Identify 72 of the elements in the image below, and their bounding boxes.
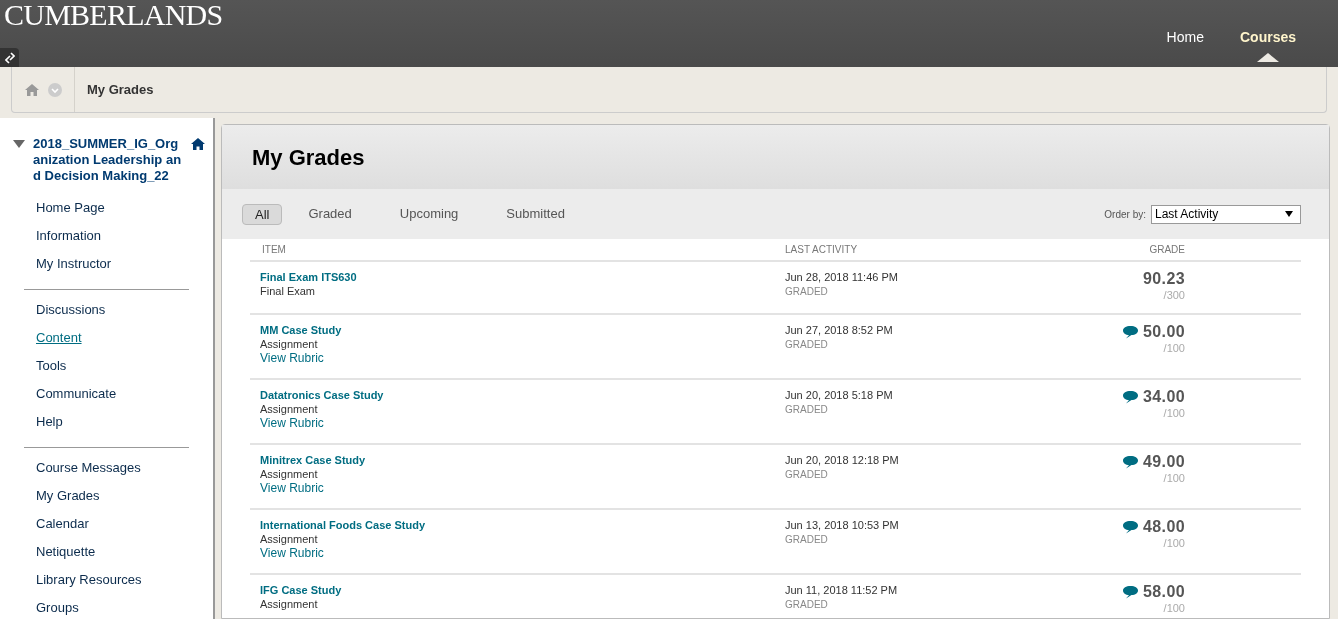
grade-score: 34.00 [1142, 388, 1185, 406]
item-type: Assignment [260, 597, 318, 611]
logo: CUMBERLANDS [3, 0, 224, 30]
item-type: Final Exam [260, 284, 316, 298]
activity-date: Jun 13, 2018 10:53 PM [785, 518, 899, 532]
grade-max: /100 [1163, 341, 1185, 355]
expand-triangle-icon[interactable] [13, 140, 25, 148]
grade-max: /100 [1163, 471, 1185, 485]
sidebar-link[interactable]: Communicate [24, 380, 189, 408]
column-header: GRADE [1148, 243, 1185, 257]
grade-max: /300 [1163, 288, 1185, 302]
sidebar-link[interactable]: Help [24, 408, 189, 436]
view-rubric-link[interactable]: View Rubric [260, 546, 324, 561]
order-by-label: Order by: [1104, 207, 1146, 222]
view-rubric-link[interactable]: View Rubric [260, 351, 324, 366]
column-header: LAST ACTIVITY [785, 243, 859, 257]
activity-date: Jun 20, 2018 12:18 PM [785, 453, 899, 467]
item-type: Assignment [260, 337, 318, 351]
grade-score: 90.23 [1142, 270, 1185, 288]
grade-score: 58.00 [1142, 583, 1185, 601]
sidebar-link[interactable]: Groups [24, 594, 189, 619]
grade-max: /100 [1163, 601, 1185, 615]
page-title: My Grades [252, 143, 365, 172]
breadcrumb-title: My Grades [86, 80, 154, 99]
activity-status: GRADED [785, 598, 828, 612]
dropdown-caret-icon [1285, 211, 1293, 217]
item-type: Assignment [260, 402, 318, 416]
sidebar-link[interactable]: Calendar [24, 510, 189, 538]
sidebar-link[interactable]: Netiquette [24, 538, 189, 566]
grade-score: 48.00 [1142, 518, 1185, 536]
sidebar-link[interactable]: My Grades [24, 482, 189, 510]
grade-max: /100 [1163, 536, 1185, 550]
activity-status: GRADED [785, 285, 828, 299]
sidebar-link[interactable]: Course Messages [24, 454, 189, 482]
item-title-link[interactable]: MM Case Study [260, 323, 342, 337]
filter-tab[interactable]: All [242, 203, 283, 225]
sidebar-link[interactable]: Discussions [24, 296, 189, 324]
sidebar-link[interactable]: Home Page [24, 194, 189, 222]
nav-tab[interactable]: Home [1166, 27, 1204, 48]
item-title-link[interactable]: Minitrex Case Study [260, 453, 366, 467]
home-icon[interactable] [191, 138, 205, 150]
link-icon[interactable] [0, 48, 19, 67]
grade-score: 50.00 [1142, 323, 1185, 341]
filter-tab[interactable]: Graded [296, 203, 364, 225]
activity-date: Jun 28, 2018 11:46 PM [785, 270, 898, 284]
grade-max: /100 [1163, 406, 1185, 420]
order-by-select[interactable]: Last Activity [1151, 204, 1301, 224]
sidebar-link[interactable]: Information [24, 222, 189, 250]
course-title[interactable]: 2018_SUMMER_IG_Organization Leadership and Decision Making_22 [33, 136, 183, 184]
filter-tab[interactable]: Upcoming [387, 203, 471, 225]
sidebar-link[interactable]: My Instructor [24, 250, 189, 278]
sidebar-link[interactable]: Tools [24, 352, 189, 380]
view-rubric-link[interactable]: View Rubric [260, 481, 324, 496]
activity-status: GRADED [785, 338, 828, 352]
activity-status: GRADED [785, 468, 828, 482]
item-type: Assignment [260, 532, 318, 546]
item-title-link[interactable]: Datatronics Case Study [260, 388, 384, 402]
sidebar-link[interactable]: Library Resources [24, 566, 189, 594]
item-title-link[interactable]: IFG Case Study [260, 583, 342, 597]
activity-date: Jun 11, 2018 11:52 PM [785, 583, 898, 597]
grade-score: 49.00 [1142, 453, 1185, 471]
filter-tab[interactable]: Submitted [494, 203, 577, 225]
activity-status: GRADED [785, 403, 828, 417]
activity-status: GRADED [785, 533, 828, 547]
item-type: Assignment [260, 467, 318, 481]
activity-date: Jun 27, 2018 8:52 PM [785, 323, 893, 337]
view-rubric-link[interactable]: View Rubric [260, 416, 324, 431]
column-header: ITEM [261, 243, 287, 257]
activity-date: Jun 20, 2018 5:18 PM [785, 388, 893, 402]
item-title-link[interactable]: Final Exam ITS630 [260, 270, 357, 284]
sidebar-link[interactable]: Content [24, 324, 189, 352]
item-title-link[interactable]: International Foods Case Study [260, 518, 426, 532]
